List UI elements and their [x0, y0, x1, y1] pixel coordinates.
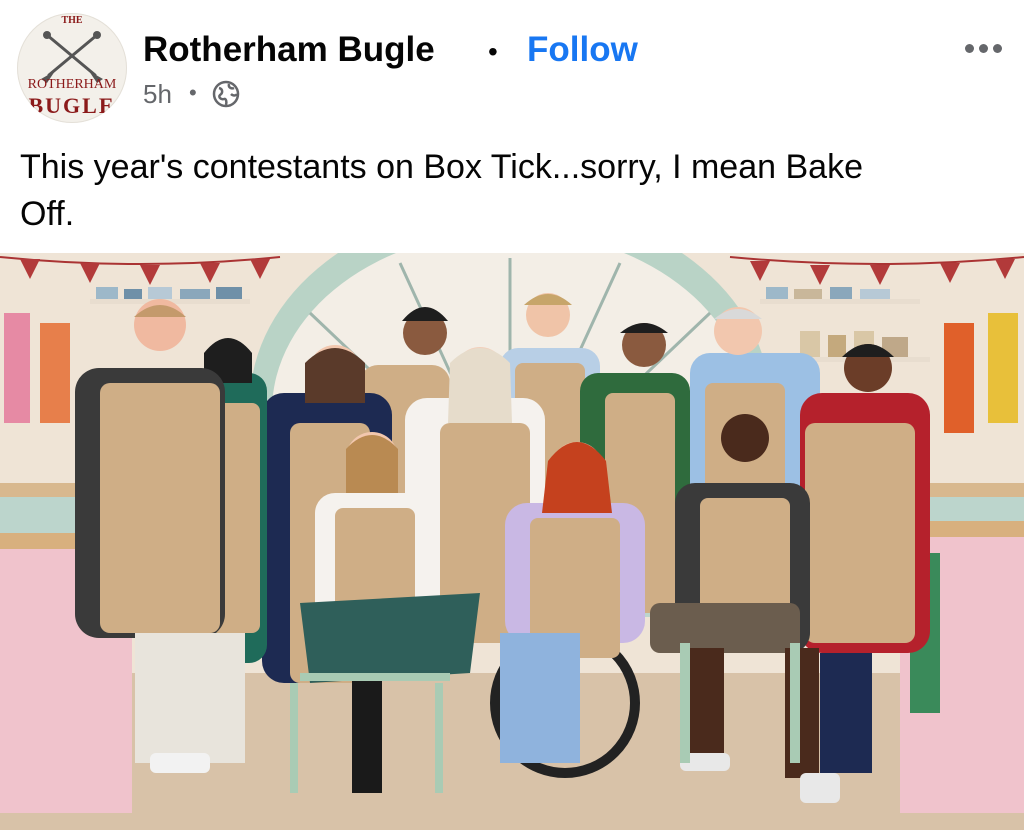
stool-leg [680, 643, 690, 763]
stool-leg [790, 643, 800, 763]
title-separator: • [488, 36, 498, 67]
tea-towel-right [944, 323, 974, 433]
more-dot [978, 43, 988, 53]
page-avatar[interactable]: THE ROTHERHAM BUGLE [17, 13, 127, 123]
follow-button[interactable]: Follow [527, 30, 638, 70]
post-caption: This year's contestants on Box Tick...so… [20, 148, 863, 233]
more-options-icon[interactable] [958, 38, 1008, 58]
avatar-logo-mid: ROTHERHAM [27, 77, 117, 92]
globe-icon [212, 80, 240, 108]
tea-towel-right-2 [988, 313, 1018, 423]
page-name-link[interactable]: Rotherham Bugle [143, 30, 435, 70]
post-timestamp[interactable]: 5h [143, 79, 172, 110]
more-dot [992, 43, 1002, 53]
chair-leg [290, 683, 298, 793]
post-header: THE ROTHERHAM BUGLE Rotherham Bugle • Fo… [0, 0, 1024, 130]
contestants-group-photo [0, 253, 1024, 830]
more-dot [964, 43, 974, 53]
chair-leg [435, 683, 443, 793]
meta-separator: • [189, 80, 197, 105]
tea-towel-left [4, 313, 30, 423]
post-photo[interactable] [0, 253, 1024, 830]
avatar-logo-bottom: BUGLE [28, 93, 116, 118]
tea-towel-left-2 [40, 323, 70, 423]
